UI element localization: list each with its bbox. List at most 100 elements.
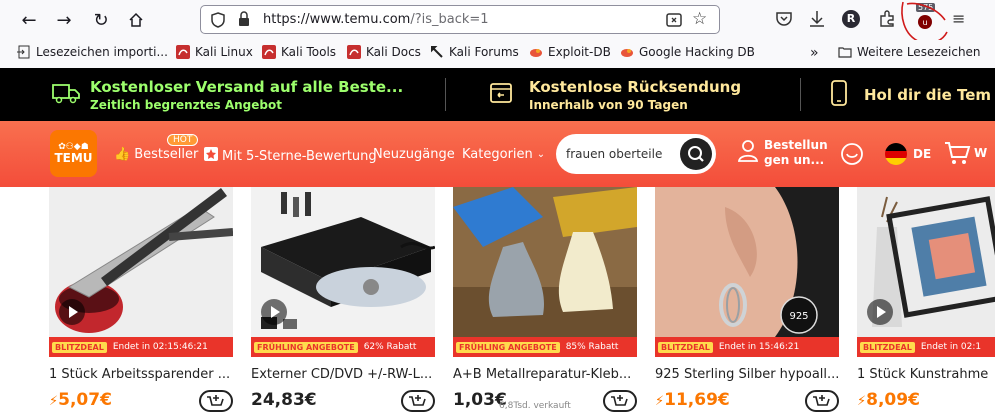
site-header: ✿⚇◆☗ TEMU 👍 Bestseller HOT Mit 5-Sterne-…	[0, 121, 995, 187]
cart-link[interactable]: W	[944, 140, 987, 166]
sold-count: 6,8Tsd. verkauft	[499, 401, 571, 411]
add-cart-icon	[409, 395, 426, 406]
product-title[interactable]: 925 Sterling Silber hypoall...	[655, 367, 839, 382]
product-title[interactable]: 1 Stück Kunstrahme	[857, 367, 995, 382]
forward-icon[interactable]: →	[51, 7, 77, 33]
product-grid: BLITZDEAL Endet in 02:15:46:21 1 Stück A…	[0, 187, 995, 412]
nav-bestseller[interactable]: 👍 Bestseller	[114, 147, 198, 162]
product-card[interactable]: BLITZDEAL Endet in 02:15:46:21 1 Stück A…	[49, 187, 233, 412]
folder-icon	[838, 45, 852, 59]
product-card[interactable]: FRÜHLING ANGEBOTE 85% Rabatt A+B Metallr…	[453, 187, 637, 412]
orders-account-link[interactable]: Bestellun gen un...	[764, 138, 828, 168]
search-input[interactable]: frauen oberteile	[566, 147, 662, 161]
deal-strip: BLITZDEAL Endet in 15:46:21	[655, 337, 839, 357]
svg-text:925: 925	[789, 311, 808, 322]
add-cart-icon	[813, 395, 830, 406]
language-selector[interactable]: DE	[884, 142, 931, 166]
nav-categories[interactable]: Kategorien ⌄	[462, 147, 545, 162]
germany-flag-icon	[885, 143, 907, 165]
product-image[interactable]	[49, 187, 233, 337]
add-cart-icon	[207, 395, 224, 406]
bookmark-item-import[interactable]: Lesezeichen importi...	[17, 45, 168, 59]
user-icon[interactable]	[737, 139, 759, 167]
play-icon[interactable]	[867, 299, 893, 325]
reader-mode-icon[interactable]	[666, 12, 682, 32]
support-icon[interactable]	[840, 142, 864, 170]
product-price: ⚡11,69€	[655, 390, 730, 410]
extensions-icon[interactable]	[878, 10, 896, 32]
promo-divider	[445, 78, 446, 111]
deal-strip: FRÜHLING ANGEBOTE 62% Rabatt	[251, 337, 435, 357]
product-title[interactable]: A+B Metallreparatur-Kleb...	[453, 367, 637, 382]
bookmark-item-exploit-db[interactable]: Exploit-DB	[529, 45, 611, 59]
chevron-down-icon: ⌄	[536, 149, 546, 160]
add-to-cart-button[interactable]	[199, 390, 233, 412]
product-title[interactable]: 1 Stück Arbeitssparender ...	[49, 367, 233, 382]
add-to-cart-button[interactable]	[401, 390, 435, 412]
product-card[interactable]: 925 BLITZDEAL Endet in 15:46:21 925 Ster…	[655, 187, 839, 412]
phone-icon	[830, 79, 848, 110]
lock-icon[interactable]	[237, 11, 251, 31]
back-icon[interactable]: ←	[16, 7, 42, 33]
product-price: ⚡5,07€	[49, 390, 112, 410]
play-icon[interactable]	[261, 299, 287, 325]
bookmark-star-icon[interactable]: ☆	[692, 9, 707, 29]
profile-avatar[interactable]: R	[842, 10, 860, 28]
shield-icon[interactable]	[211, 12, 225, 32]
product-price: 24,83€	[251, 390, 317, 410]
promo-bar: Kostenloser Versand auf alle Beste... Ze…	[0, 68, 995, 121]
bookmark-item-google-hacking-db[interactable]: Google Hacking DB	[620, 45, 755, 59]
nav-new-arrivals[interactable]: Neuzugänge	[373, 147, 455, 162]
search-icon	[688, 146, 704, 162]
product-image[interactable]	[453, 187, 637, 337]
cart-icon	[945, 142, 971, 164]
promo-app[interactable]: Hol dir die Tem	[830, 68, 991, 121]
play-icon[interactable]	[59, 299, 85, 325]
promo-free-shipping[interactable]: Kostenloser Versand auf alle Beste... Ze…	[52, 68, 403, 121]
search-bar[interactable]: frauen oberteile	[556, 134, 716, 174]
home-icon[interactable]	[123, 7, 149, 33]
return-box-icon	[489, 81, 513, 109]
bookmark-item-kali-forums[interactable]: Kali Forums	[430, 45, 519, 59]
product-title[interactable]: Externer CD/DVD +/-RW-L...	[251, 367, 435, 382]
bookmarks-bar: Lesezeichen importi... Kali Linux Kali T…	[0, 40, 995, 69]
bookmark-item-more[interactable]: Weitere Lesezeichen	[838, 45, 981, 59]
downloads-icon[interactable]	[808, 9, 826, 33]
temu-logo[interactable]: ✿⚇◆☗ TEMU	[50, 130, 97, 177]
add-cart-icon	[611, 395, 628, 406]
menu-icon[interactable]: ≡	[952, 9, 965, 28]
url-bar[interactable]: https://www.temu.com/?is_back=1 ☆	[200, 5, 720, 34]
product-price: ⚡8,09€	[857, 390, 920, 407]
thumbs-up-icon: 👍	[114, 147, 131, 162]
product-card[interactable]: BLITZDEAL Endet in 02:1 1 Stück Kunstrah…	[857, 187, 995, 407]
bookmark-item-kali-tools[interactable]: Kali Tools	[262, 45, 336, 59]
deal-strip: BLITZDEAL Endet in 02:1	[857, 337, 995, 357]
product-image[interactable]: 925	[655, 187, 839, 337]
exploit-icon	[529, 45, 543, 59]
promo-divider	[800, 78, 801, 111]
chevron-more-icon[interactable]: »	[810, 45, 819, 61]
exploit-icon	[620, 45, 634, 59]
hot-badge: HOT	[167, 134, 199, 146]
truck-icon	[52, 82, 80, 108]
add-to-cart-button[interactable]	[603, 390, 637, 412]
search-button[interactable]	[680, 138, 712, 170]
deal-strip: BLITZDEAL Endet in 02:15:46:21	[49, 337, 233, 357]
bookmark-item-kali-linux[interactable]: Kali Linux	[176, 45, 253, 59]
bookmark-item-kali-docs[interactable]: Kali Docs	[347, 45, 421, 59]
kali-icon	[262, 45, 276, 59]
star-box-icon	[204, 147, 218, 165]
promo-free-returns[interactable]: Kostenlose Rücksendung Innerhalb von 90 …	[489, 68, 741, 121]
kali-icon	[347, 45, 361, 59]
import-icon	[17, 45, 31, 59]
product-image[interactable]	[857, 187, 995, 337]
lightning-icon: ⚡	[857, 394, 867, 407]
reload-icon[interactable]: ↻	[88, 7, 114, 33]
add-to-cart-button[interactable]	[805, 390, 839, 412]
product-card[interactable]: FRÜHLING ANGEBOTE 62% Rabatt Externer CD…	[251, 187, 435, 412]
nav-5-star[interactable]: Mit 5-Sterne-Bewertung	[204, 147, 377, 165]
kali-forum-icon	[430, 45, 444, 59]
pocket-icon[interactable]	[775, 10, 793, 32]
product-image[interactable]	[251, 187, 435, 337]
url-text: https://www.temu.com/?is_back=1	[263, 12, 489, 27]
